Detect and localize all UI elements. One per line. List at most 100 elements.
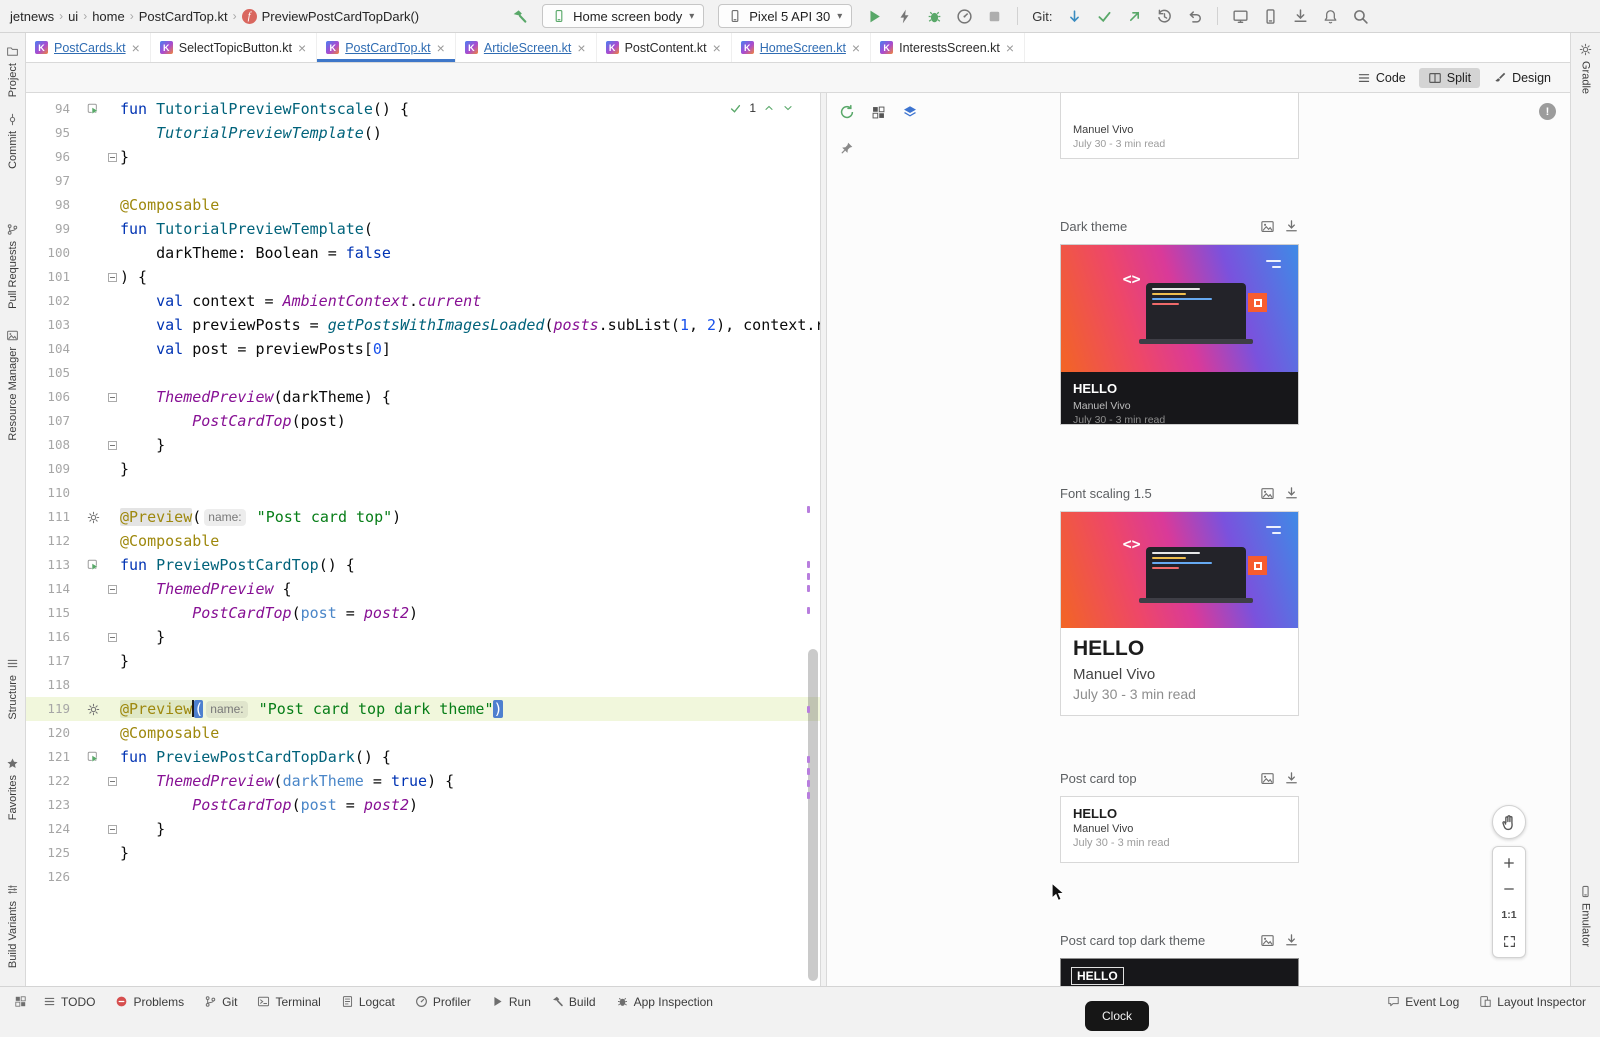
code-line[interactable]: 118 [26,673,820,697]
fold-marker[interactable] [104,769,120,793]
prev-problem-icon[interactable] [763,102,775,114]
line-number[interactable]: 96 [26,145,82,169]
editor-tab[interactable]: KHomeScreen.kt× [732,33,871,62]
code-line[interactable]: 95 TutorialPreviewTemplate() [26,121,820,145]
close-icon[interactable]: × [437,41,445,55]
line-number[interactable]: 107 [26,409,82,433]
code-line[interactable]: 107 PostCardTop(post) [26,409,820,433]
inspections-widget[interactable]: 1 [725,100,798,116]
line-number[interactable]: 111 [26,505,82,529]
statusbar-item-build[interactable]: Build [551,995,596,1009]
stop-button[interactable] [986,8,1003,25]
code-line[interactable]: 99fun TutorialPreviewTemplate( [26,217,820,241]
code-line[interactable]: 111@Preview(name: "Post card top") [26,505,820,529]
toolwindow-commit[interactable]: Commit [0,113,25,169]
line-number[interactable]: 114 [26,577,82,601]
line-number[interactable]: 115 [26,601,82,625]
zoom-fit-button[interactable] [1493,928,1525,954]
code-line[interactable]: 125} [26,841,820,865]
line-number[interactable]: 110 [26,481,82,505]
view-mode-split[interactable]: Split [1419,68,1480,88]
line-number[interactable]: 117 [26,649,82,673]
close-icon[interactable]: × [852,41,860,55]
pin-preview-icon[interactable] [839,141,854,156]
breadcrumb-item[interactable]: jetnews [10,9,54,24]
statusbar-item-problems[interactable]: Problems [115,995,184,1009]
preview-settings-gutter-icon[interactable] [82,697,104,721]
code-line[interactable]: 103 val previewPosts = getPostsWithImage… [26,313,820,337]
toolwindow-project[interactable]: Project [0,45,25,97]
interactive-preview-icon[interactable] [1260,219,1275,234]
statusbar-item-app-inspection[interactable]: App Inspection [616,995,713,1009]
code-line[interactable]: 126 [26,865,820,889]
line-number[interactable]: 106 [26,385,82,409]
code-line[interactable]: 100 darkTheme: Boolean = false [26,241,820,265]
code-line[interactable]: 108 } [26,433,820,457]
line-number[interactable]: 95 [26,121,82,145]
line-number[interactable]: 101 [26,265,82,289]
close-icon[interactable]: × [298,41,306,55]
preview-card[interactable]: <>HELLOManuel VivoJuly 30 - 3 min read [1060,511,1299,716]
code-line[interactable]: 116 } [26,625,820,649]
zoom-out-button[interactable] [1493,876,1525,902]
code-line[interactable]: 113fun PreviewPostCardTop() { [26,553,820,577]
code-line[interactable]: 117} [26,649,820,673]
git-history-icon[interactable] [1156,8,1173,25]
profile-button[interactable] [956,8,973,25]
breadcrumb-item[interactable]: home [92,9,125,24]
line-number[interactable]: 122 [26,769,82,793]
editor-tab[interactable]: KPostCardTop.kt× [317,33,456,62]
code-line[interactable]: 105 [26,361,820,385]
editor-preview-splitter[interactable] [820,93,827,986]
view-options-icon[interactable] [871,105,886,120]
editor-tab[interactable]: KSelectTopicButton.kt× [151,33,317,62]
statusbar-item-terminal[interactable]: Terminal [257,995,320,1009]
statusbar-item-event-log[interactable]: Event Log [1387,995,1459,1009]
build-hammer-icon[interactable] [511,8,528,25]
line-number[interactable]: 125 [26,841,82,865]
toolwindow-build-variants[interactable]: Build Variants [0,883,25,968]
line-number[interactable]: 99 [26,217,82,241]
statusbar-item-logcat[interactable]: Logcat [341,995,395,1009]
build-refresh-icon[interactable] [839,104,855,120]
git-commit-icon[interactable] [1096,8,1113,25]
code-line[interactable]: 112@Composable [26,529,820,553]
fold-marker[interactable] [104,625,120,649]
code-line[interactable]: 106 ThemedPreview(darkTheme) { [26,385,820,409]
fold-marker[interactable] [104,817,120,841]
code-line[interactable]: 124 } [26,817,820,841]
preview-card[interactable]: Manuel VivoJuly 30 - 3 min read [1060,93,1299,159]
line-number[interactable]: 105 [26,361,82,385]
interactive-preview-icon[interactable] [1260,933,1275,948]
code-line[interactable]: 115 PostCardTop(post = post2) [26,601,820,625]
toolwindow-resource-manager[interactable]: Resource Manager [0,329,25,441]
line-number[interactable]: 112 [26,529,82,553]
fold-marker[interactable] [104,145,120,169]
code-line[interactable]: 97 [26,169,820,193]
preview-card[interactable]: <>HELLOManuel VivoJuly 30 - 3 min read [1060,244,1299,425]
zoom-reset-button[interactable]: 1:1 [1493,902,1525,928]
sdk-manager-icon[interactable] [1292,8,1309,25]
line-number[interactable]: 109 [26,457,82,481]
line-number[interactable]: 108 [26,433,82,457]
interactive-preview-icon[interactable] [1260,486,1275,501]
toolwindow-emulator[interactable]: Emulator [1571,885,1600,947]
preview-card[interactable]: HELLOManuel VivoJuly 30 - 3 min read [1060,796,1299,863]
code-line[interactable]: 121fun PreviewPostCardTopDark() { [26,745,820,769]
code-line[interactable]: 123 PostCardTop(post = post2) [26,793,820,817]
statusbar-item-profiler[interactable]: Profiler [415,995,471,1009]
git-push-icon[interactable] [1126,8,1143,25]
preview-card[interactable]: HELLOManuel Vivo [1060,958,1299,986]
statusbar-item-git[interactable]: Git [204,995,237,1009]
git-rollback-icon[interactable] [1186,8,1203,25]
code-line[interactable]: 98@Composable [26,193,820,217]
fold-marker[interactable] [104,385,120,409]
toolwindow-structure[interactable]: Structure [0,657,25,720]
apply-changes-icon[interactable] [896,8,913,25]
line-number[interactable]: 118 [26,673,82,697]
toolwindow-pull-requests[interactable]: Pull Requests [0,223,25,309]
run-button[interactable] [866,8,883,25]
line-number[interactable]: 94 [26,97,82,121]
line-number[interactable]: 103 [26,313,82,337]
git-update-icon[interactable] [1066,8,1083,25]
